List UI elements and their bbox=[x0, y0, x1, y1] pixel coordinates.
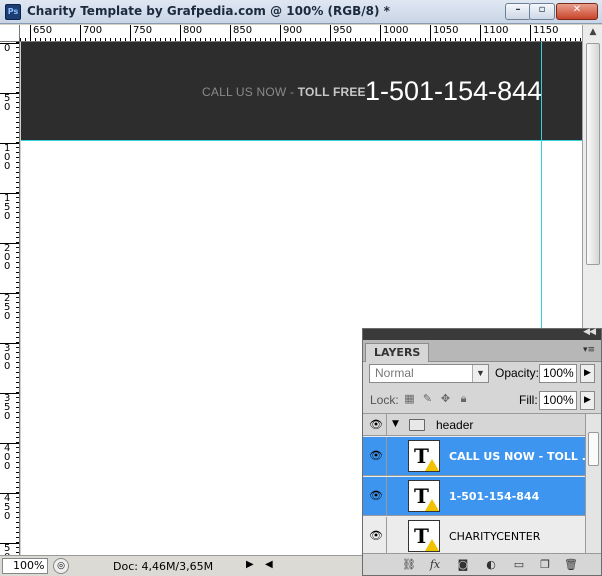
ruler-tick-label: 1150 bbox=[530, 25, 558, 41]
text-layer-thumbnail: T bbox=[408, 440, 440, 472]
lock-transparency-icon[interactable]: ▦ bbox=[403, 392, 416, 405]
ruler-tick-label: 700 bbox=[80, 25, 102, 41]
visibility-toggle[interactable]: 👁︎ bbox=[363, 437, 387, 475]
ruler-tick-label: 750 bbox=[130, 25, 152, 41]
link-icon[interactable]: ⛓ bbox=[401, 557, 417, 572]
status-menu-arrow-icon[interactable]: ▶ bbox=[246, 559, 254, 570]
layer-list-scrollbar[interactable] bbox=[585, 413, 601, 553]
photoshop-app-icon: Ps bbox=[5, 4, 21, 20]
collapse-icon[interactable]: ◀◀ bbox=[583, 327, 596, 337]
zoom-field[interactable]: 100% bbox=[2, 558, 48, 574]
opacity-label: Opacity: bbox=[495, 366, 540, 380]
chevron-down-icon[interactable]: ▼ bbox=[472, 365, 488, 382]
lock-label: Lock: bbox=[370, 393, 399, 407]
visibility-toggle[interactable]: 👁︎ bbox=[363, 414, 387, 435]
window-title: Charity Template by Grafpedia.com @ 100%… bbox=[27, 4, 390, 18]
panel-tab-row: LAYERS ▾≡ bbox=[363, 340, 601, 362]
lock-image-brush-icon[interactable]: ✎ bbox=[421, 392, 434, 405]
ruler-tick-label: 5 0 bbox=[0, 93, 19, 113]
ruler-tick-label: 0 bbox=[0, 43, 19, 54]
ruler-tick-label: 650 bbox=[30, 25, 52, 41]
call-us-text: CALL US NOW - TOLL FREE bbox=[202, 85, 366, 99]
scrollbar-thumb[interactable] bbox=[588, 432, 599, 466]
scroll-up-arrow-icon[interactable]: ▲ bbox=[586, 27, 600, 41]
layer-list: 👁︎ ▼ header 👁︎ T CALL US NOW - TOLL ... … bbox=[363, 413, 585, 553]
warning-icon bbox=[425, 539, 439, 551]
layer-row[interactable]: 👁︎ T CALL US NOW - TOLL ... bbox=[363, 437, 585, 476]
visibility-toggle[interactable]: 👁︎ bbox=[363, 477, 387, 515]
restore-button[interactable]: ▫ bbox=[529, 3, 555, 20]
ruler-tick-label: 1000 bbox=[380, 25, 408, 41]
minimize-button[interactable]: – bbox=[505, 3, 531, 20]
text-layer-thumbnail: T bbox=[408, 520, 440, 552]
eye-icon[interactable]: 👁︎ bbox=[369, 490, 383, 502]
ruler-tick-label: 850 bbox=[230, 25, 252, 41]
blend-mode-select[interactable]: Normal ▼ bbox=[369, 364, 489, 383]
ruler-tick-label: 1100 bbox=[480, 25, 508, 41]
close-button[interactable]: ✕ bbox=[556, 3, 598, 20]
ruler-tick-label: 3 0 0 bbox=[0, 343, 19, 372]
horizontal-ruler[interactable]: 650 700 750 800 850 900 950 1000 1050 1100 1150 bbox=[20, 25, 582, 42]
toll-free-label: TOLL FREE bbox=[297, 85, 366, 99]
status-info-icon[interactable]: ◎ bbox=[53, 558, 69, 574]
layer-name: CHARITYCENTER bbox=[449, 530, 541, 543]
title-bar: Ps Charity Template by Grafpedia.com @ 1… bbox=[0, 0, 602, 24]
fill-input[interactable]: 100% bbox=[539, 391, 577, 410]
group-folder-icon[interactable]: ▭ bbox=[511, 557, 527, 572]
tab-layers[interactable]: LAYERS bbox=[365, 343, 430, 362]
horizontal-guide[interactable] bbox=[21, 140, 582, 141]
ruler-tick-label: 950 bbox=[330, 25, 352, 41]
opacity-input[interactable]: 100% bbox=[539, 364, 577, 383]
document-size-info: Doc: 4,46M/3,65M bbox=[113, 560, 214, 573]
ruler-tick-label: 3 5 0 bbox=[0, 393, 19, 422]
phone-number: 1-501-154-844 bbox=[365, 76, 543, 106]
visibility-toggle[interactable]: 👁︎ bbox=[363, 517, 387, 553]
panel-footer: ⛓ fx ◙ ◐ ▭ ❐ 🗑︎ bbox=[363, 553, 601, 575]
group-name: header bbox=[436, 418, 474, 432]
warning-icon bbox=[425, 499, 439, 511]
fill-slider-arrow-icon[interactable]: ▶ bbox=[580, 391, 595, 410]
text-layer-thumbnail: T bbox=[408, 480, 440, 512]
ruler-tick-label: 4 5 0 bbox=[0, 493, 19, 522]
warning-icon bbox=[425, 459, 439, 471]
ruler-tick-label: 1050 bbox=[430, 25, 458, 41]
ruler-tick-label: 1 0 0 bbox=[0, 143, 19, 172]
layer-group-header[interactable]: 👁︎ ▼ header bbox=[363, 414, 585, 436]
vertical-ruler[interactable]: 0 5 0 1 0 0 1 5 0 2 0 0 2 5 0 3 0 0 3 5 0 4 0 0 4… bbox=[0, 42, 20, 555]
scroll-left-arrow-icon[interactable]: ◀ bbox=[265, 559, 273, 570]
blend-mode-value: Normal bbox=[375, 366, 414, 380]
opacity-slider-arrow-icon[interactable]: ▶ bbox=[580, 364, 595, 383]
lock-all-icon[interactable]: 🔒︎ bbox=[457, 392, 470, 405]
ruler-tick-label: 5 0 0 bbox=[0, 543, 19, 555]
adjustment-icon[interactable]: ◐ bbox=[483, 557, 499, 572]
layer-name: 1-501-154-844 bbox=[449, 490, 540, 503]
ruler-tick-label: 4 0 0 bbox=[0, 443, 19, 472]
ruler-tick-label: 2 5 0 bbox=[0, 293, 19, 322]
mask-icon[interactable]: ◙ bbox=[455, 557, 471, 572]
layer-row[interactable]: 👁︎ T CHARITYCENTER bbox=[363, 517, 585, 553]
layer-row[interactable]: 👁︎ T 1-501-154-844 bbox=[363, 477, 585, 516]
ruler-tick-label: 900 bbox=[280, 25, 302, 41]
scrollbar-thumb[interactable] bbox=[586, 43, 600, 265]
chevron-down-icon[interactable]: ▼ bbox=[392, 419, 399, 429]
fill-label: Fill: bbox=[519, 393, 538, 407]
ruler-tick-label: 2 0 0 bbox=[0, 243, 19, 272]
fx-icon[interactable]: fx bbox=[427, 557, 443, 572]
lock-position-move-icon[interactable]: ✥ bbox=[439, 392, 452, 405]
eye-icon[interactable]: 👁︎ bbox=[369, 418, 383, 431]
panel-menu-icon[interactable]: ▾≡ bbox=[583, 345, 595, 355]
layer-name: CALL US NOW - TOLL ... bbox=[449, 450, 585, 463]
layers-panel: ◀◀ LAYERS ▾≡ Normal ▼ Opacity: 100% ▶ Lo… bbox=[362, 327, 602, 576]
eye-icon[interactable]: 👁︎ bbox=[369, 450, 383, 462]
eye-icon[interactable]: 👁︎ bbox=[369, 530, 383, 542]
folder-icon bbox=[409, 419, 425, 431]
ruler-tick-label: 800 bbox=[180, 25, 202, 41]
panel-grip[interactable]: ◀◀ bbox=[363, 327, 601, 340]
trash-icon[interactable]: 🗑︎ bbox=[563, 557, 579, 572]
new-layer-icon[interactable]: ❐ bbox=[537, 557, 553, 572]
call-us-label: CALL US NOW - bbox=[202, 85, 295, 99]
ruler-origin[interactable] bbox=[0, 25, 20, 42]
ruler-tick-label: 1 5 0 bbox=[0, 193, 19, 222]
